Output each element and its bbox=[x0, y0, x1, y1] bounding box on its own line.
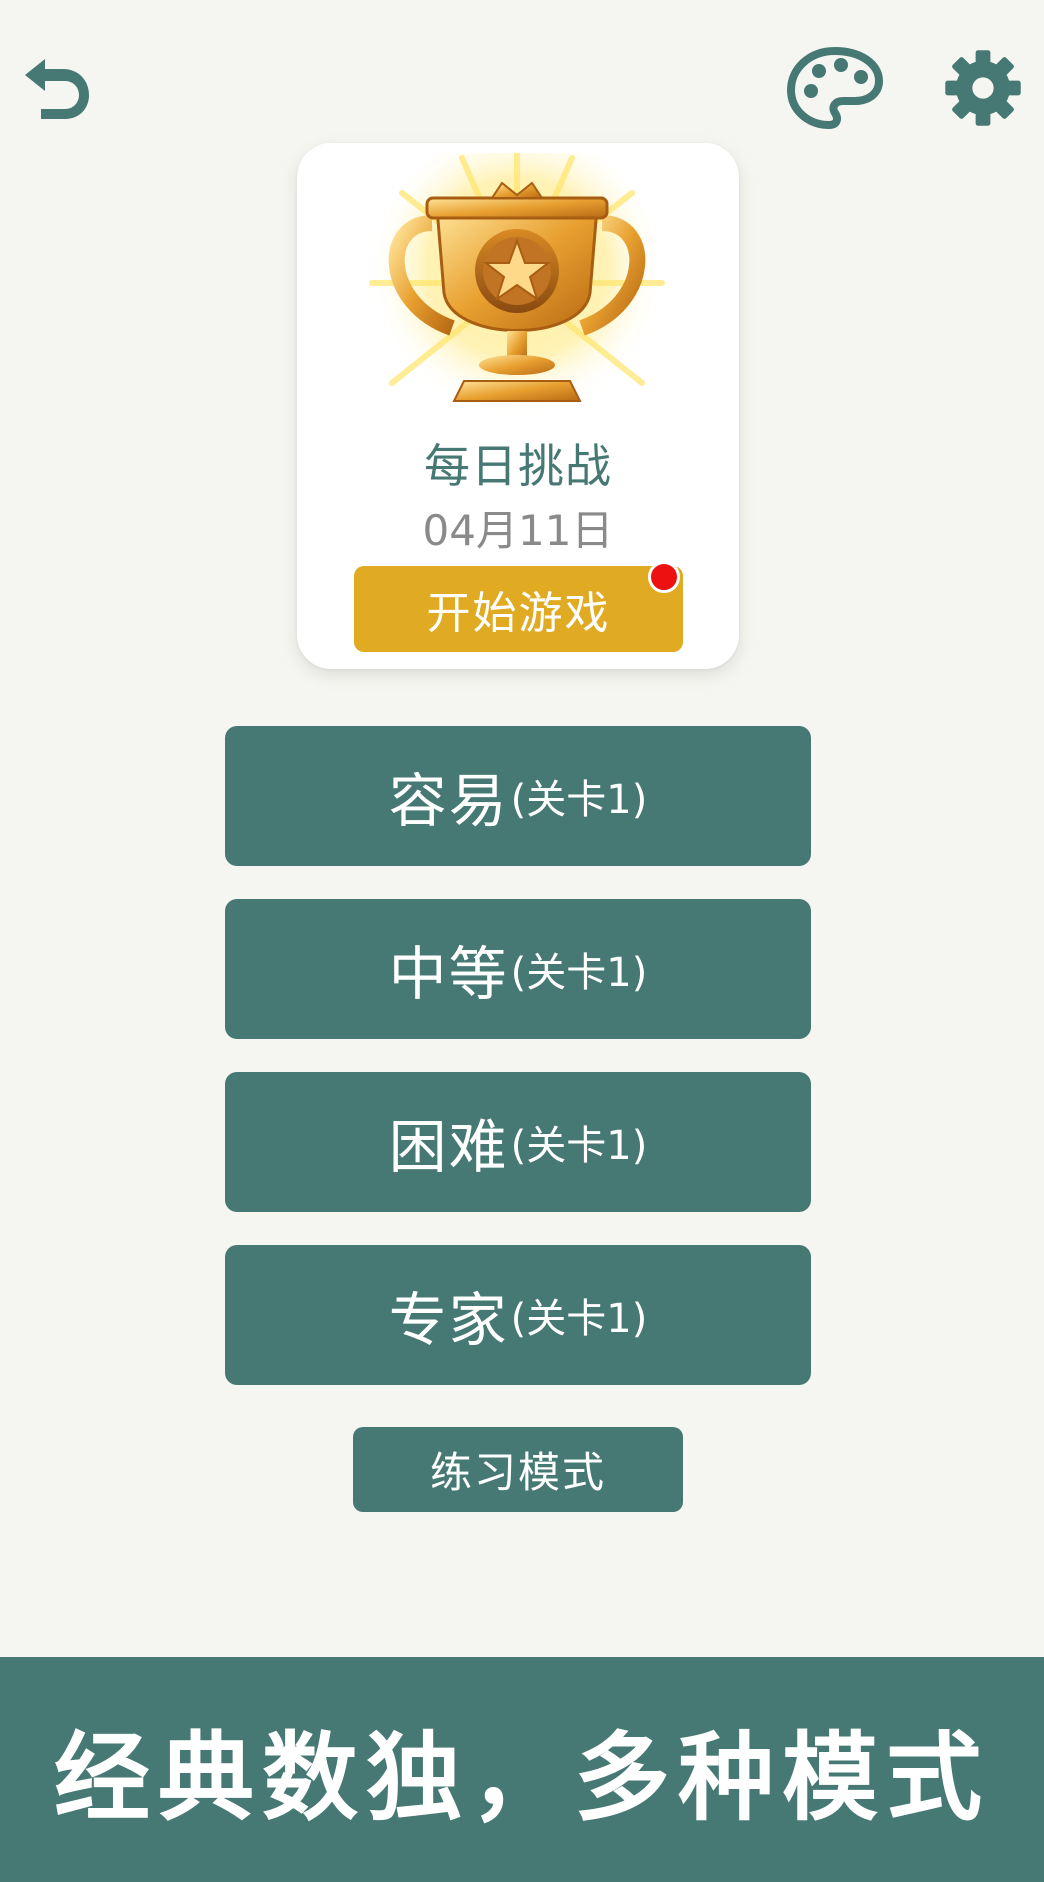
level-progress: (关卡1) bbox=[510, 1123, 648, 1169]
daily-challenge-card: 每日挑战 04月11日 开始游戏 bbox=[297, 143, 739, 669]
start-game-button[interactable]: 开始游戏 bbox=[354, 566, 683, 652]
palette-icon bbox=[787, 46, 883, 129]
level-progress: (关卡1) bbox=[510, 1296, 648, 1342]
medium-level-button[interactable]: 中等 (关卡1) bbox=[225, 899, 811, 1039]
easy-level-button[interactable]: 容易 (关卡1) bbox=[225, 726, 811, 866]
level-name: 容易 bbox=[388, 767, 509, 835]
undo-arrow-icon bbox=[25, 59, 89, 119]
hard-level-button[interactable]: 困难 (关卡1) bbox=[225, 1072, 811, 1212]
level-name: 专家 bbox=[388, 1286, 509, 1354]
settings-button[interactable] bbox=[935, 40, 1030, 135]
daily-challenge-title: 每日挑战 bbox=[424, 439, 612, 493]
gear-icon bbox=[944, 49, 1021, 126]
trophy-icon bbox=[367, 153, 667, 433]
level-progress: (关卡1) bbox=[510, 950, 648, 996]
banner-text: 经典数独，多种模式 bbox=[54, 1722, 990, 1834]
back-button[interactable] bbox=[10, 48, 100, 128]
expert-level-button[interactable]: 专家 (关卡1) bbox=[225, 1245, 811, 1385]
level-name: 中等 bbox=[388, 940, 509, 1008]
promo-banner: 经典数独，多种模式 bbox=[0, 1657, 1044, 1882]
daily-challenge-date: 04月11日 bbox=[422, 506, 614, 555]
level-name: 困难 bbox=[388, 1113, 509, 1181]
practice-mode-button[interactable]: 练习模式 bbox=[353, 1427, 683, 1512]
notification-badge bbox=[648, 561, 680, 593]
theme-button[interactable] bbox=[780, 40, 890, 135]
level-progress: (关卡1) bbox=[510, 777, 648, 823]
